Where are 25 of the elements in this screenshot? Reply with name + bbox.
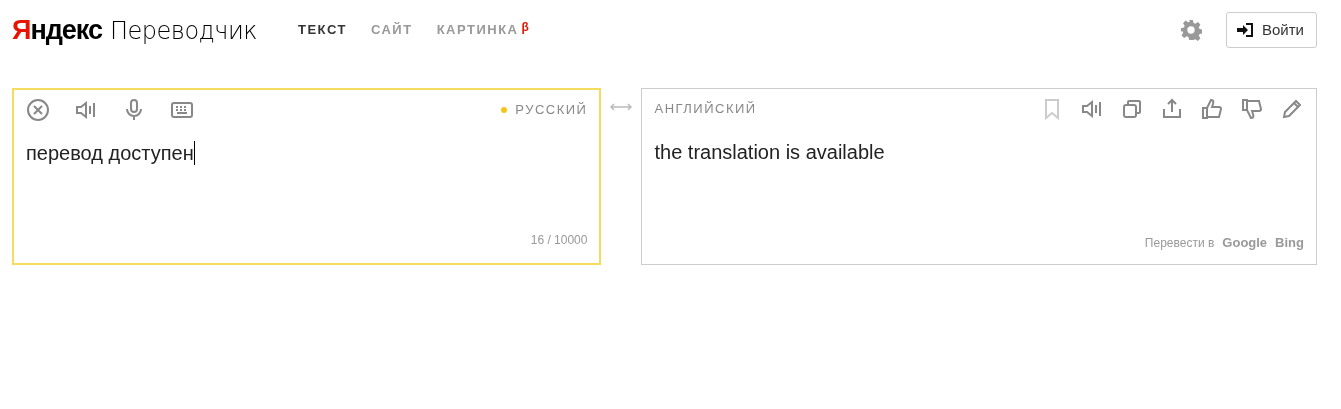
source-text[interactable]: перевод доступен	[26, 138, 588, 168]
copy-icon[interactable]	[1120, 97, 1144, 121]
settings-icon[interactable]	[1180, 19, 1202, 41]
service-link[interactable]: Bing	[1275, 232, 1304, 252]
target-language[interactable]: АНГЛИЙСКИЙ	[654, 99, 757, 119]
nav-tab[interactable]: САЙТ	[370, 20, 413, 40]
thumbs-up-icon[interactable]	[1200, 97, 1224, 121]
thumbs-down-icon[interactable]	[1240, 97, 1264, 121]
nav-tab[interactable]: ТЕКСТ	[298, 20, 347, 40]
pencil-icon[interactable]	[1280, 97, 1304, 121]
login-icon	[1236, 22, 1254, 38]
speaker-icon[interactable]	[74, 98, 98, 122]
speaker-icon[interactable]	[1080, 97, 1104, 121]
translate-in-label: Перевести в	[1144, 234, 1215, 252]
logo-brand[interactable]: Яндекс	[12, 9, 103, 51]
translation-text: the translation is available	[654, 140, 886, 165]
swap-icon[interactable]	[610, 102, 633, 112]
clear-icon[interactable]	[26, 98, 50, 122]
logo-product: Переводчик	[110, 15, 258, 47]
login-button[interactable]: Войти	[1226, 11, 1317, 49]
source-text-panel[interactable]: РУССКИЙ перевод доступен 16 / 10000	[12, 88, 602, 265]
service-link[interactable]: Google	[1222, 232, 1268, 252]
character-counter: 16 / 10000	[530, 233, 588, 247]
share-icon[interactable]	[1160, 97, 1184, 121]
source-language[interactable]: РУССКИЙ	[515, 100, 588, 120]
